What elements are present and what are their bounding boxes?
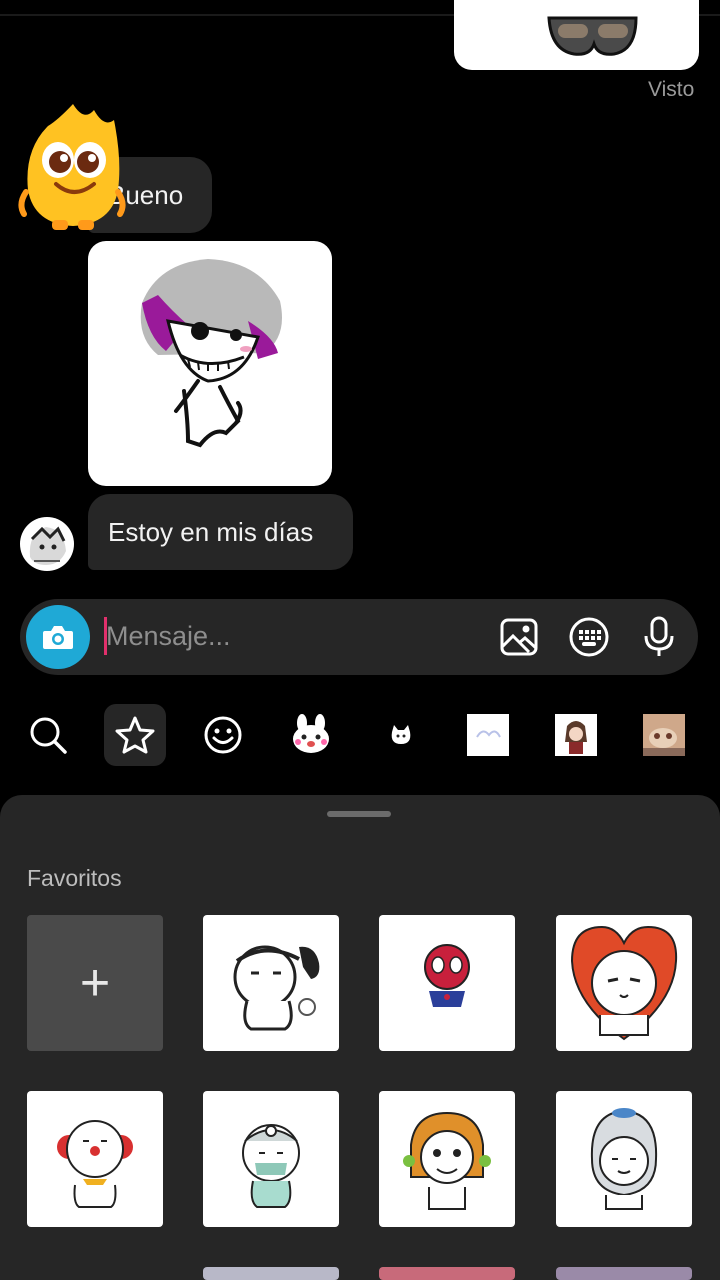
- sticker-image: [57, 1120, 133, 1208]
- message-composer: Mensaje...: [20, 599, 698, 675]
- sticker-image: [424, 944, 470, 1007]
- microphone-icon: [644, 616, 674, 656]
- search-icon: [30, 717, 67, 754]
- favorites-tab[interactable]: [104, 704, 166, 766]
- emoji-tab[interactable]: [192, 704, 254, 766]
- favorite-sticker[interactable]: [556, 1091, 692, 1227]
- sticker-pack-thumbnail: [643, 714, 685, 756]
- favorites-title: Favoritos: [27, 865, 122, 891]
- sticker-icon: [569, 617, 609, 657]
- sticker-pack-thumbnail: [555, 714, 597, 756]
- favorite-sticker[interactable]: [203, 1091, 339, 1227]
- search-tab[interactable]: [17, 704, 79, 766]
- message-input[interactable]: Mensaje...: [106, 621, 231, 652]
- plus-icon: +: [79, 954, 111, 1012]
- favorite-sticker[interactable]: [379, 1091, 515, 1227]
- favorite-sticker[interactable]: [203, 1267, 339, 1280]
- message-text: Estoy en mis días: [108, 516, 314, 547]
- sender-avatar[interactable]: [20, 517, 74, 571]
- sticker-sheet: Favoritos +: [0, 795, 720, 1280]
- favorite-sticker[interactable]: [556, 1267, 692, 1280]
- camera-icon: [43, 626, 73, 649]
- emoji-icon: [204, 716, 242, 754]
- sticker-image: [403, 1111, 491, 1210]
- sent-sticker-message[interactable]: [454, 0, 699, 70]
- sticker-button[interactable]: [565, 613, 613, 661]
- received-sticker-image: [140, 259, 282, 448]
- camera-button[interactable]: [26, 605, 90, 669]
- sender-sticker-avatar: [18, 100, 128, 232]
- sticker-pack-4[interactable]: [545, 704, 607, 766]
- favorite-sticker[interactable]: [203, 915, 339, 1051]
- sticker-pack-3[interactable]: [457, 704, 519, 766]
- sticker-image: [233, 945, 320, 1031]
- favorite-sticker[interactable]: [379, 1267, 515, 1280]
- favorite-sticker[interactable]: [556, 915, 692, 1051]
- image-icon: [500, 618, 538, 656]
- favorite-sticker[interactable]: [27, 1091, 163, 1227]
- voice-button[interactable]: [635, 613, 683, 661]
- sticker-pack-thumbnail: [467, 714, 509, 756]
- favorite-sticker[interactable]: [379, 915, 515, 1051]
- cat-sticker-icon: [391, 725, 411, 744]
- sticker-pack-2[interactable]: [370, 704, 432, 766]
- sticker-image: [570, 925, 678, 1041]
- sticker-pack-1[interactable]: [280, 704, 342, 766]
- sent-sticker-image: [547, 16, 638, 56]
- message-bubble[interactable]: Estoy en mis días: [88, 494, 353, 570]
- sticker-pack-5[interactable]: [633, 704, 695, 766]
- seen-status: Visto: [648, 78, 695, 101]
- sticker-image: [590, 1108, 658, 1210]
- gallery-button[interactable]: [495, 613, 543, 661]
- star-icon: [115, 716, 155, 754]
- sticker-image: [242, 1124, 300, 1208]
- add-favorite-button[interactable]: +: [27, 915, 163, 1051]
- bunny-sticker-icon: [293, 714, 329, 753]
- received-sticker-message[interactable]: [88, 241, 332, 486]
- sheet-drag-handle[interactable]: [327, 811, 391, 817]
